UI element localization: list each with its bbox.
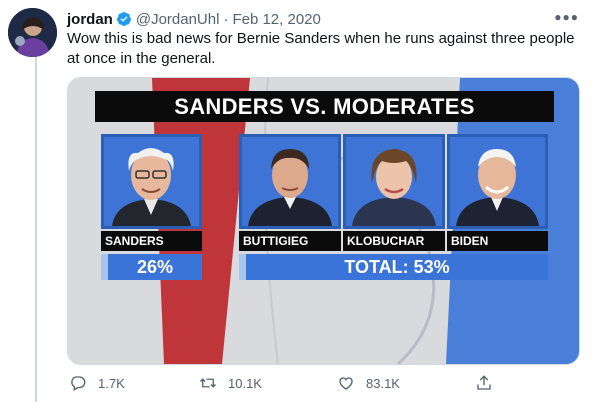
name-tag-buttigieg: BUTTIGIEG — [239, 231, 341, 251]
tweet-text: Wow this is bad news for Bernie Sanders … — [67, 30, 575, 67]
verified-icon — [116, 12, 131, 26]
share-button[interactable] — [475, 372, 504, 394]
avatar[interactable] — [8, 8, 57, 57]
header-separator: · — [223, 10, 229, 28]
candidate-photo-klobuchar — [343, 134, 445, 229]
author-handle[interactable]: @JordanUhl — [136, 11, 220, 28]
candidate-photo-sanders — [101, 134, 202, 229]
like-icon — [339, 377, 353, 390]
moderates-total: TOTAL: 53% — [239, 254, 548, 280]
tweet-header: jordan @JordanUhl · Feb 12, 2020 ●●● — [67, 9, 579, 29]
sanders-percentage: 26% — [101, 254, 202, 280]
media-title: SANDERS VS. MODERATES — [95, 91, 554, 122]
retweet-icon — [200, 378, 216, 388]
candidate-photo-buttigieg — [239, 134, 341, 229]
tweet-date[interactable]: Feb 12, 2020 — [232, 11, 320, 28]
retweet-count: 10.1K — [228, 375, 262, 391]
thread-line — [35, 56, 37, 402]
more-icon[interactable]: ●●● — [554, 9, 579, 25]
candidate-photo-biden — [447, 134, 548, 229]
name-tag-sanders: SANDERS — [101, 231, 202, 251]
retweet-button[interactable]: 10.1K — [199, 372, 262, 394]
reply-icon — [71, 376, 86, 391]
share-icon — [477, 375, 491, 390]
author-name[interactable]: jordan — [67, 11, 113, 28]
name-tag-klobuchar: KLOBUCHAR — [343, 231, 445, 251]
name-tag-biden: BIDEN — [447, 231, 548, 251]
reply-count: 1.7K — [98, 375, 125, 391]
like-button[interactable]: 83.1K — [337, 372, 400, 394]
tweet-media-image[interactable]: SANDERS VS. MODERATES SANDERS BUTTIGIEG … — [67, 77, 580, 365]
like-count: 83.1K — [366, 375, 400, 391]
reply-button[interactable]: 1.7K — [69, 372, 125, 394]
